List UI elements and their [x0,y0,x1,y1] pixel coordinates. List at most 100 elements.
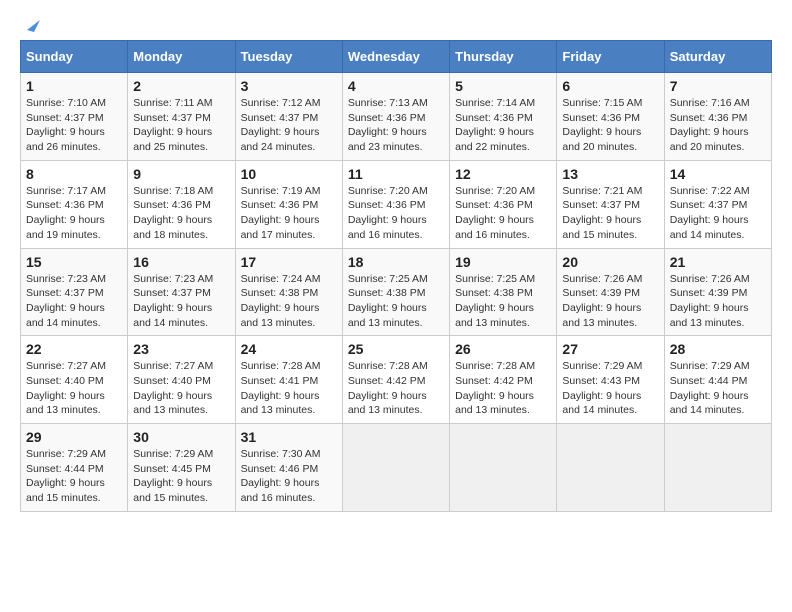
day-number: 8 [26,166,122,182]
calendar-cell: 28 Sunrise: 7:29 AMSunset: 4:44 PMDaylig… [664,336,771,424]
calendar-cell: 27 Sunrise: 7:29 AMSunset: 4:43 PMDaylig… [557,336,664,424]
calendar-cell: 29 Sunrise: 7:29 AMSunset: 4:44 PMDaylig… [21,424,128,512]
day-info: Sunrise: 7:30 AMSunset: 4:46 PMDaylight:… [241,447,337,506]
calendar-cell: 3 Sunrise: 7:12 AMSunset: 4:37 PMDayligh… [235,73,342,161]
calendar-cell: 7 Sunrise: 7:16 AMSunset: 4:36 PMDayligh… [664,73,771,161]
calendar-cell: 31 Sunrise: 7:30 AMSunset: 4:46 PMDaylig… [235,424,342,512]
calendar-cell: 10 Sunrise: 7:19 AMSunset: 4:36 PMDaylig… [235,160,342,248]
day-number: 28 [670,341,766,357]
day-number: 15 [26,254,122,270]
calendar-cell: 5 Sunrise: 7:14 AMSunset: 4:36 PMDayligh… [450,73,557,161]
day-number: 10 [241,166,337,182]
day-number: 11 [348,166,444,182]
calendar-week-1: 8 Sunrise: 7:17 AMSunset: 4:36 PMDayligh… [21,160,772,248]
day-info: Sunrise: 7:23 AMSunset: 4:37 PMDaylight:… [133,272,229,331]
calendar-table: SundayMondayTuesdayWednesdayThursdayFrid… [20,40,772,512]
calendar-cell: 11 Sunrise: 7:20 AMSunset: 4:36 PMDaylig… [342,160,449,248]
calendar-cell: 14 Sunrise: 7:22 AMSunset: 4:37 PMDaylig… [664,160,771,248]
day-number: 25 [348,341,444,357]
day-info: Sunrise: 7:23 AMSunset: 4:37 PMDaylight:… [26,272,122,331]
day-info: Sunrise: 7:26 AMSunset: 4:39 PMDaylight:… [670,272,766,331]
day-info: Sunrise: 7:27 AMSunset: 4:40 PMDaylight:… [133,359,229,418]
day-number: 29 [26,429,122,445]
calendar-cell: 24 Sunrise: 7:28 AMSunset: 4:41 PMDaylig… [235,336,342,424]
day-number: 12 [455,166,551,182]
day-info: Sunrise: 7:28 AMSunset: 4:41 PMDaylight:… [241,359,337,418]
calendar-cell: 26 Sunrise: 7:28 AMSunset: 4:42 PMDaylig… [450,336,557,424]
day-info: Sunrise: 7:18 AMSunset: 4:36 PMDaylight:… [133,184,229,243]
day-info: Sunrise: 7:24 AMSunset: 4:38 PMDaylight:… [241,272,337,331]
day-number: 14 [670,166,766,182]
calendar-cell: 4 Sunrise: 7:13 AMSunset: 4:36 PMDayligh… [342,73,449,161]
day-info: Sunrise: 7:29 AMSunset: 4:44 PMDaylight:… [26,447,122,506]
calendar-cell: 21 Sunrise: 7:26 AMSunset: 4:39 PMDaylig… [664,248,771,336]
day-info: Sunrise: 7:11 AMSunset: 4:37 PMDaylight:… [133,96,229,155]
day-info: Sunrise: 7:29 AMSunset: 4:43 PMDaylight:… [562,359,658,418]
day-number: 26 [455,341,551,357]
calendar-cell [664,424,771,512]
day-number: 2 [133,78,229,94]
day-info: Sunrise: 7:28 AMSunset: 4:42 PMDaylight:… [348,359,444,418]
day-info: Sunrise: 7:10 AMSunset: 4:37 PMDaylight:… [26,96,122,155]
calendar-cell: 9 Sunrise: 7:18 AMSunset: 4:36 PMDayligh… [128,160,235,248]
day-info: Sunrise: 7:26 AMSunset: 4:39 PMDaylight:… [562,272,658,331]
calendar-cell: 13 Sunrise: 7:21 AMSunset: 4:37 PMDaylig… [557,160,664,248]
calendar-cell: 16 Sunrise: 7:23 AMSunset: 4:37 PMDaylig… [128,248,235,336]
calendar-cell: 20 Sunrise: 7:26 AMSunset: 4:39 PMDaylig… [557,248,664,336]
day-number: 22 [26,341,122,357]
day-info: Sunrise: 7:16 AMSunset: 4:36 PMDaylight:… [670,96,766,155]
day-info: Sunrise: 7:20 AMSunset: 4:36 PMDaylight:… [348,184,444,243]
day-number: 19 [455,254,551,270]
day-info: Sunrise: 7:25 AMSunset: 4:38 PMDaylight:… [455,272,551,331]
day-number: 13 [562,166,658,182]
calendar-cell: 6 Sunrise: 7:15 AMSunset: 4:36 PMDayligh… [557,73,664,161]
day-number: 7 [670,78,766,94]
day-number: 3 [241,78,337,94]
day-info: Sunrise: 7:14 AMSunset: 4:36 PMDaylight:… [455,96,551,155]
calendar-cell: 15 Sunrise: 7:23 AMSunset: 4:37 PMDaylig… [21,248,128,336]
day-info: Sunrise: 7:25 AMSunset: 4:38 PMDaylight:… [348,272,444,331]
day-number: 6 [562,78,658,94]
day-info: Sunrise: 7:22 AMSunset: 4:37 PMDaylight:… [670,184,766,243]
day-number: 30 [133,429,229,445]
calendar-cell: 19 Sunrise: 7:25 AMSunset: 4:38 PMDaylig… [450,248,557,336]
calendar-week-2: 15 Sunrise: 7:23 AMSunset: 4:37 PMDaylig… [21,248,772,336]
header-saturday: Saturday [664,41,771,73]
day-number: 9 [133,166,229,182]
calendar-cell: 2 Sunrise: 7:11 AMSunset: 4:37 PMDayligh… [128,73,235,161]
logo-bird-icon [22,16,40,34]
calendar-cell: 17 Sunrise: 7:24 AMSunset: 4:38 PMDaylig… [235,248,342,336]
calendar-week-0: 1 Sunrise: 7:10 AMSunset: 4:37 PMDayligh… [21,73,772,161]
day-number: 18 [348,254,444,270]
header-tuesday: Tuesday [235,41,342,73]
calendar-cell: 8 Sunrise: 7:17 AMSunset: 4:36 PMDayligh… [21,160,128,248]
day-info: Sunrise: 7:28 AMSunset: 4:42 PMDaylight:… [455,359,551,418]
day-number: 4 [348,78,444,94]
calendar-cell [450,424,557,512]
day-info: Sunrise: 7:29 AMSunset: 4:44 PMDaylight:… [670,359,766,418]
day-number: 5 [455,78,551,94]
calendar-cell: 30 Sunrise: 7:29 AMSunset: 4:45 PMDaylig… [128,424,235,512]
day-info: Sunrise: 7:29 AMSunset: 4:45 PMDaylight:… [133,447,229,506]
calendar-header-row: SundayMondayTuesdayWednesdayThursdayFrid… [21,41,772,73]
calendar-cell: 23 Sunrise: 7:27 AMSunset: 4:40 PMDaylig… [128,336,235,424]
calendar-cell: 25 Sunrise: 7:28 AMSunset: 4:42 PMDaylig… [342,336,449,424]
calendar-week-3: 22 Sunrise: 7:27 AMSunset: 4:40 PMDaylig… [21,336,772,424]
day-number: 20 [562,254,658,270]
day-info: Sunrise: 7:13 AMSunset: 4:36 PMDaylight:… [348,96,444,155]
day-info: Sunrise: 7:19 AMSunset: 4:36 PMDaylight:… [241,184,337,243]
day-number: 24 [241,341,337,357]
calendar-cell: 22 Sunrise: 7:27 AMSunset: 4:40 PMDaylig… [21,336,128,424]
calendar-cell: 12 Sunrise: 7:20 AMSunset: 4:36 PMDaylig… [450,160,557,248]
day-number: 23 [133,341,229,357]
day-info: Sunrise: 7:21 AMSunset: 4:37 PMDaylight:… [562,184,658,243]
header-wednesday: Wednesday [342,41,449,73]
day-number: 31 [241,429,337,445]
day-number: 21 [670,254,766,270]
calendar-cell [557,424,664,512]
day-info: Sunrise: 7:20 AMSunset: 4:36 PMDaylight:… [455,184,551,243]
day-number: 17 [241,254,337,270]
calendar-cell: 1 Sunrise: 7:10 AMSunset: 4:37 PMDayligh… [21,73,128,161]
day-info: Sunrise: 7:17 AMSunset: 4:36 PMDaylight:… [26,184,122,243]
header-sunday: Sunday [21,41,128,73]
